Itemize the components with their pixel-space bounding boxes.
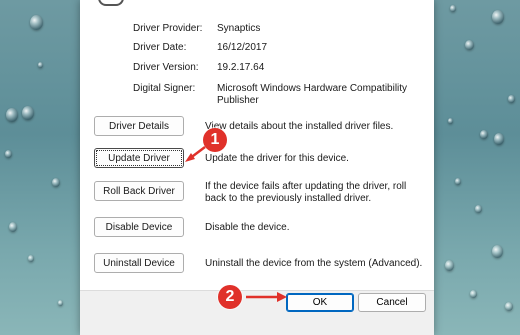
digital-signer-value: Microsoft Windows Hardware Compatibility… <box>217 83 408 106</box>
driver-provider-label: Driver Provider: <box>133 23 203 34</box>
update-driver-button[interactable]: Update Driver <box>94 148 184 168</box>
step-2-badge: 2 <box>218 285 242 309</box>
roll-back-driver-button[interactable]: Roll Back Driver <box>94 181 184 201</box>
device-icon <box>98 0 124 6</box>
step-1-arrow <box>185 146 206 162</box>
driver-properties-dialog: Driver Provider: Synaptics Driver Date: … <box>80 0 434 335</box>
cancel-button[interactable]: Cancel <box>358 293 426 312</box>
disable-device-description: Disable the device. <box>205 222 290 233</box>
driver-provider-value: Synaptics <box>217 23 261 34</box>
driver-details-button[interactable]: Driver Details <box>94 116 184 136</box>
driver-version-label: Driver Version: <box>133 62 199 73</box>
ok-button[interactable]: OK <box>286 293 354 312</box>
driver-version-value: 19.2.17.64 <box>217 62 265 73</box>
disable-device-button[interactable]: Disable Device <box>94 217 184 237</box>
uninstall-device-button[interactable]: Uninstall Device <box>94 253 184 273</box>
uninstall-device-description: Uninstall the device from the system (Ad… <box>205 258 423 269</box>
driver-details-description: View details about the installed driver … <box>205 121 394 132</box>
driver-date-label: Driver Date: <box>133 42 187 53</box>
update-driver-description: Update the driver for this device. <box>205 153 349 164</box>
step-2-arrow <box>246 292 287 302</box>
digital-signer-label: Digital Signer: <box>133 83 196 94</box>
driver-date-value: 16/12/2017 <box>217 42 268 53</box>
roll-back-driver-description: If the device fails after updating the d… <box>205 181 407 204</box>
